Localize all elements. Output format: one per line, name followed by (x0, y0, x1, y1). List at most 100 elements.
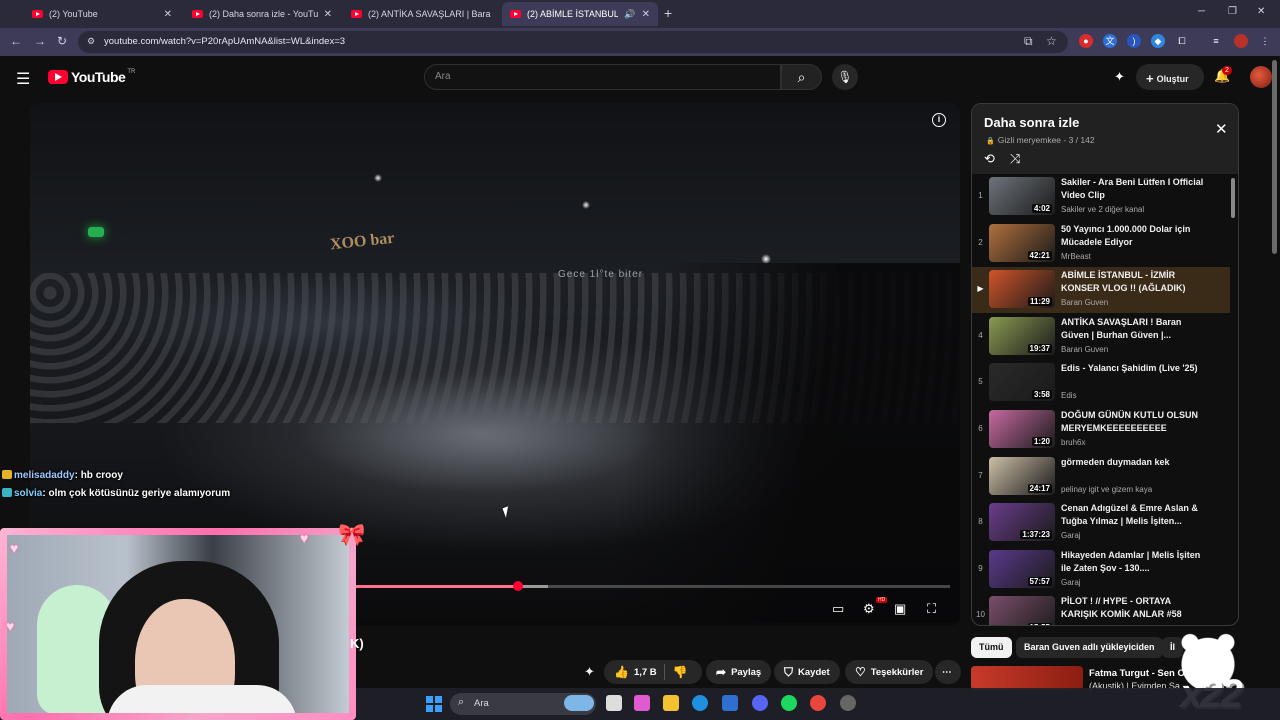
weather-widget-icon[interactable] (564, 695, 594, 711)
edge-browser-icon[interactable] (692, 695, 708, 711)
extension-icon[interactable]: ● (1079, 34, 1093, 48)
thanks-button[interactable]: ♡ Teşekkürler (845, 660, 934, 684)
playlist-item-title[interactable]: Cenan Adıgüzel & Emre Aslan & Tuğba Yılm… (1061, 502, 1209, 528)
playlist-item-thumbnail[interactable]: 4:02 (989, 177, 1055, 215)
close-window-icon[interactable]: ✕ (1257, 6, 1265, 17)
close-tab-icon[interactable]: ✕ (642, 9, 650, 20)
thumbs-up-icon[interactable]: 👍 (614, 665, 629, 679)
playlist-item-thumbnail[interactable]: 24:17 (989, 456, 1055, 495)
store-icon[interactable] (722, 695, 738, 711)
restore-icon[interactable]: ❐ (1228, 6, 1237, 17)
file-explorer-icon[interactable] (663, 695, 679, 711)
playlist-item-channel[interactable]: Baran Guven (1061, 345, 1209, 354)
playlist-item-title[interactable]: ABİMLE İSTANBUL - İZMİR KONSER VLOG !! (… (1061, 269, 1209, 295)
playlist-item[interactable]: 1 4:02 Sakiler - Ara Beni Lütfen I Officia… (972, 174, 1230, 220)
playlist-item-thumbnail[interactable]: 11:29 (989, 270, 1055, 309)
browser-tab-1[interactable]: (2) YouTube ✕ (24, 2, 180, 26)
back-icon[interactable]: ← (10, 34, 22, 48)
recommendation-thumbnail[interactable] (971, 666, 1083, 690)
playlist-item-thumbnail[interactable]: 1:37:23 (989, 503, 1055, 542)
bookmark-star-icon[interactable]: ☆ (1046, 34, 1057, 48)
browser-tab-4-active[interactable]: (2) ABİMLE İSTANBUL - İZMİ 🔊 ✕ (502, 2, 658, 26)
playlist-item-thumbnail[interactable]: 1:20 (989, 410, 1055, 448)
site-info-icon[interactable]: ⚙ (87, 36, 95, 47)
playlist-item-thumbnail[interactable]: 42:21 (989, 223, 1055, 262)
chip-uploader[interactable]: Baran Guven adlı yükleyiciden (1016, 637, 1163, 658)
close-tab-icon[interactable]: ✕ (164, 9, 172, 20)
playlist-item-thumbnail[interactable]: 15:55 (989, 596, 1055, 625)
playlist-item-title[interactable]: Hikayeden Adamlar | Melis İşiten ile Zat… (1061, 549, 1209, 575)
thumbs-down-icon[interactable]: 👎 (673, 665, 688, 679)
close-icon[interactable]: ✕ (1215, 120, 1228, 138)
chrome-icon[interactable] (810, 695, 826, 711)
playlist-title[interactable]: Daha sonra izle (984, 115, 1079, 130)
subtitles-icon[interactable]: ▭ (832, 601, 844, 617)
recommendation-title[interactable]: Fatma Turgut - Sen Ona (1089, 668, 1189, 679)
shuffle-icon[interactable]: ⤨ (1010, 151, 1020, 167)
install-app-icon[interactable]: ⧉ (1024, 34, 1033, 49)
playlist-item[interactable]: 10 15:55 PİLOT ! // HYPE - ORTAYA KARIŞIK … (972, 593, 1230, 625)
playlist-item[interactable]: 8 1:37:23 Cenan Adıgüzel & Emre Aslan & Tu… (972, 500, 1230, 546)
browser-tab-2[interactable]: (2) Daha sonra izle - YouTube ✕ (184, 2, 340, 26)
playlist-item-title[interactable]: PİLOT ! // HYPE - ORTAYA KARIŞIK KOMİK A… (1061, 595, 1209, 621)
playlist-item-channel[interactable]: bruh6x (1061, 438, 1209, 447)
playlist-item-channel[interactable]: Baran Guven (1061, 298, 1209, 307)
chip-all[interactable]: Tümü (971, 637, 1012, 658)
playlist-item-channel[interactable]: Garaj (1061, 531, 1209, 540)
audio-extension-icon[interactable]: ) (1127, 34, 1141, 48)
search-button[interactable]: ⌕ (781, 64, 822, 90)
playlist-item-channel[interactable]: Garaj (1061, 578, 1209, 587)
browser-menu-icon[interactable]: ⋮ (1258, 34, 1272, 48)
fullscreen-icon[interactable]: ⛶ (927, 601, 936, 617)
speaker-icon[interactable]: 🔊 (624, 9, 635, 20)
playlist-item-title[interactable]: 50 Yayıncı 1.000.000 Dolar için Mücadele… (1061, 223, 1209, 249)
loop-icon[interactable]: ⟲ (984, 151, 995, 167)
playlist-item[interactable]: 5 3:58 Edis - Yalancı Şahidim (Live '25) Ed… (972, 360, 1230, 406)
playlist-item[interactable]: 7 24:17 görmeden duymadan kek pelinay igit … (972, 454, 1230, 500)
playlist-item-thumbnail[interactable]: 3:58 (989, 363, 1055, 402)
playlist-item-thumbnail[interactable]: 57:57 (989, 549, 1055, 588)
new-tab-button[interactable]: + (664, 5, 672, 21)
playlist-item[interactable]: 2 42:21 50 Yayıncı 1.000.000 Dolar için Mü… (972, 221, 1230, 267)
browser-tab-3[interactable]: (2) ANTİKA SAVAŞLARI | Baran (343, 2, 499, 26)
task-view-icon[interactable] (606, 695, 622, 711)
playlist-item-current[interactable]: ▶ 11:29 ABİMLE İSTANBUL - İZMİR KONSER VLO… (972, 267, 1230, 314)
settings-gear-icon[interactable]: ⚙ (863, 601, 875, 617)
playlist-item-title[interactable]: ANTİKA SAVAŞLARI ! Baran Güven | Burhan … (1061, 316, 1209, 342)
hamburger-menu-icon[interactable]: ☰ (16, 69, 30, 89)
playlist-item-channel[interactable]: Sakiler ve 2 diğer kanal (1061, 205, 1209, 214)
discord-icon[interactable] (752, 695, 768, 711)
create-button[interactable]: + Oluştur (1136, 64, 1204, 90)
playlist-item-title[interactable]: Sakiler - Ara Beni Lütfen I Official Vid… (1061, 176, 1209, 202)
share-button[interactable]: ➦ Paylaş (706, 660, 772, 684)
user-avatar[interactable] (1250, 66, 1272, 88)
playlist-owner[interactable]: meryemkee (1017, 135, 1061, 145)
video-progress-bar[interactable] (350, 581, 950, 591)
forward-icon[interactable]: → (34, 34, 46, 48)
playlist-item-channel[interactable]: pelinay igit ve gizem kaya (1061, 485, 1209, 494)
minimize-icon[interactable]: ─ (1198, 6, 1205, 17)
scrubber-handle[interactable] (513, 581, 523, 591)
address-bar[interactable]: ⚙ youtube.com/watch?v=P20rApUAmNA&list=W… (78, 31, 1068, 53)
reload-icon[interactable]: ↻ (57, 34, 67, 48)
playlist-item[interactable]: 6 1:20 DOĞUM GÜNÜN KUTLU OLSUN MERYEMKEEEE… (972, 407, 1230, 453)
reading-list-icon[interactable]: ≡ (1209, 34, 1223, 48)
spotify-icon[interactable] (781, 695, 797, 711)
copilot-icon[interactable] (634, 695, 650, 711)
playlist-item[interactable]: 4 19:37 ANTİKA SAVAŞLARI ! Baran Güven | B… (972, 314, 1230, 360)
steam-icon[interactable] (840, 695, 856, 711)
playlist-item-channel[interactable]: Edis (1061, 391, 1209, 400)
playlist-item-title[interactable]: Edis - Yalancı Şahidim (Live '25) (1061, 362, 1209, 375)
page-scrollbar[interactable] (1272, 60, 1277, 254)
translate-extension-icon[interactable]: 文 (1103, 34, 1117, 48)
info-icon[interactable]: i (932, 113, 946, 127)
save-button[interactable]: ⛉ Kaydet (774, 660, 840, 684)
like-count[interactable]: 1,7 B (634, 667, 657, 678)
playlist-item-channel[interactable]: MrBeast (1061, 252, 1209, 261)
miniplayer-icon[interactable]: ▣ (894, 601, 906, 617)
cast-icon[interactable]: ✦ (1114, 69, 1125, 85)
windows-start-icon[interactable] (426, 696, 442, 712)
playlist-item-thumbnail[interactable]: 19:37 (989, 316, 1055, 355)
playlist-item[interactable]: 9 57:57 Hikayeden Adamlar | Melis İşiten i… (972, 547, 1230, 593)
extensions-puzzle-icon[interactable]: ⧠ (1175, 34, 1189, 48)
